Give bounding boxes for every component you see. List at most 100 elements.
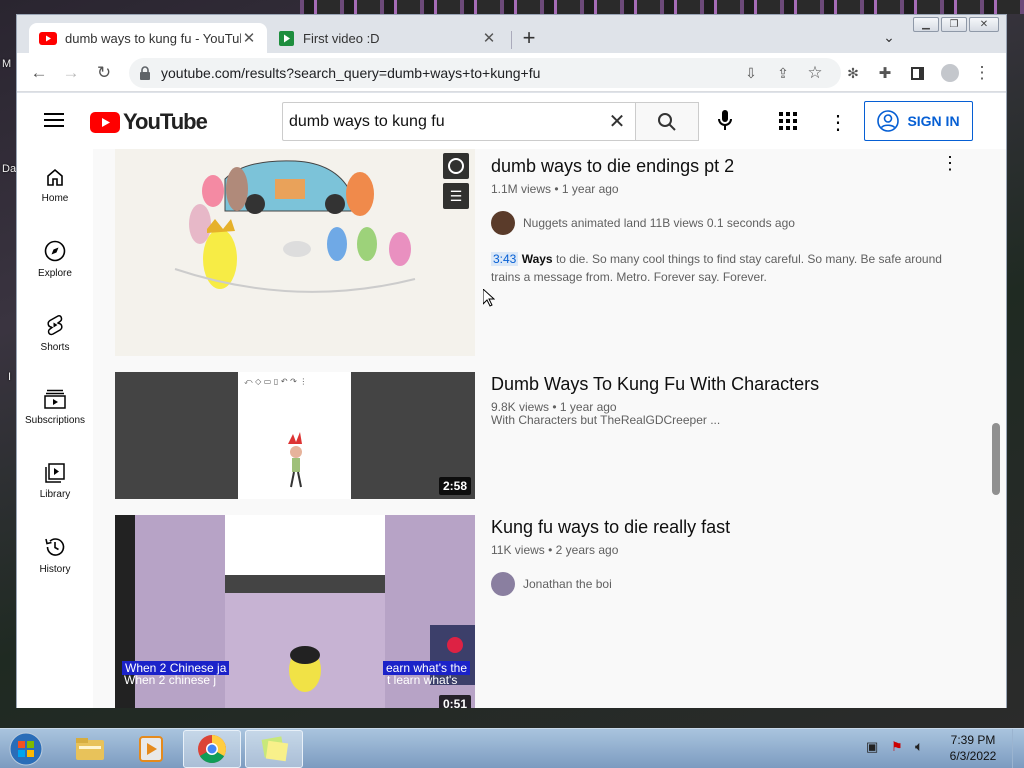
chevron-down-icon: ⌄ (883, 29, 895, 45)
desktop-wallpaper-detail (300, 0, 1024, 14)
youtube-page: YouTube dumb ways to kung fu ✕ ⋮ SIGN IN (17, 93, 1006, 708)
tab-search-button[interactable]: ⌄ (879, 29, 899, 49)
more-vertical-icon: ⋮ (941, 153, 959, 173)
tab-youtube[interactable]: dumb ways to kung fu - YouTube ✕ (29, 23, 267, 53)
video-thumbnail[interactable]: ☰ (115, 149, 475, 356)
profile-button[interactable] (939, 62, 961, 84)
avatar (491, 572, 515, 596)
youtube-logo[interactable]: YouTube (90, 109, 208, 135)
extension-button[interactable]: ✻ (842, 62, 864, 84)
history-icon (45, 537, 65, 556)
guide-item-subscriptions[interactable]: Subscriptions (17, 371, 93, 443)
install-app-button[interactable]: ⇩ (740, 62, 762, 84)
clock[interactable]: 7:39 PM 6/3/2022 (944, 732, 1002, 764)
search-box[interactable]: dumb ways to kung fu ✕ (282, 102, 636, 141)
taskbar-media-player[interactable] (122, 730, 180, 768)
video-caption: When 2 chinese j (124, 673, 217, 687)
snippet-timestamp[interactable]: 3:43 (491, 252, 519, 266)
guide-item-label: Library (39, 488, 71, 500)
snippet-bold: Ways (521, 252, 553, 266)
share-icon: ⇪ (777, 64, 789, 81)
channel-link[interactable]: Jonathan the boi (491, 572, 612, 596)
video-title[interactable]: dumb ways to die endings pt 2 (491, 156, 734, 177)
network-icon[interactable]: ▣ (866, 739, 878, 755)
address-bar[interactable]: youtube.com/results?search_query=dumb+wa… (129, 58, 841, 88)
search-icon (658, 112, 676, 131)
watch-later-button[interactable] (443, 153, 469, 179)
video-description: With Characters but TheRealGDCreeper ... (491, 413, 721, 427)
taskbar-chrome[interactable] (183, 730, 241, 768)
puzzle-icon: ✚ (878, 65, 892, 82)
sticky-notes-icon (261, 736, 289, 762)
duration-badge: 0:51 (438, 695, 471, 708)
extensions-menu-button[interactable]: ✚ (874, 62, 896, 84)
chrome-menu-button[interactable]: ⋮ (971, 62, 993, 84)
subscriptions-icon (44, 389, 66, 409)
tab-first-video[interactable]: First video :D ✕ (269, 23, 507, 53)
desktop-icon-label: Da (2, 163, 17, 175)
video-thumbnail[interactable]: ⤺ ◇ ▭ ▯ ↶ ↷ ⋮ 2:58 (115, 372, 475, 499)
apps-button[interactable] (779, 112, 797, 135)
forward-button[interactable]: → (60, 62, 82, 84)
new-tab-button[interactable]: + (517, 27, 541, 51)
search-input[interactable]: dumb ways to kung fu (289, 113, 605, 131)
queue-icon: ☰ (449, 187, 463, 204)
clock-time: 7:39 PM (950, 733, 996, 747)
channel-name: Jonathan the boi (523, 577, 612, 591)
bookmark-button[interactable]: ☆ (804, 62, 826, 84)
browser-window: ▁ ❐ ✕ dumb ways to kung fu - YouTube ✕ F… (16, 14, 1007, 708)
video-title[interactable]: Dumb Ways To Kung Fu With Characters (491, 374, 819, 395)
thumbnail-drawing: ⤺ ◇ ▭ ▯ ↶ ↷ ⋮ (244, 377, 307, 488)
channel-name: Nuggets animated land 11B views 0.1 seco… (523, 216, 795, 230)
menu-button[interactable] (44, 112, 64, 128)
settings-menu-button[interactable]: ⋮ (828, 110, 848, 135)
microphone-icon (718, 110, 732, 130)
guide-item-shorts[interactable]: Shorts (17, 297, 93, 369)
taskbar: ▣ ⚑ 🔈︎ 7:39 PM 6/3/2022 (0, 728, 1024, 768)
voice-search-button[interactable] (717, 109, 733, 136)
sign-in-button[interactable]: SIGN IN (864, 101, 973, 141)
guide-item-library[interactable]: Library (17, 445, 93, 517)
reload-button[interactable]: ↻ (93, 62, 115, 84)
tab-separator (511, 31, 512, 49)
tab-strip: dumb ways to kung fu - YouTube ✕ First v… (17, 15, 1006, 53)
channel-link[interactable]: Nuggets animated land 11B views 0.1 seco… (491, 211, 795, 235)
lock-icon (140, 66, 150, 80)
volume-icon[interactable]: 🔈︎ (915, 738, 923, 755)
desktop-icon-label: M (2, 58, 12, 70)
video-title[interactable]: Kung fu ways to die really fast (491, 517, 730, 538)
side-panel-button[interactable] (906, 62, 928, 84)
share-button[interactable]: ⇪ (772, 62, 794, 84)
search-button[interactable] (636, 102, 699, 141)
add-to-queue-button[interactable]: ☰ (443, 183, 469, 209)
page-scrollbar-thumb[interactable] (992, 423, 1000, 495)
show-desktop-button[interactable] (1012, 729, 1024, 768)
desktop-icon-label: I (8, 371, 12, 383)
bug-icon: ✻ (847, 64, 859, 81)
guide-item-label: History (39, 563, 71, 575)
guide-item-home[interactable]: Home (17, 149, 93, 221)
account-circle-icon (877, 110, 900, 132)
video-snippet: 3:43 Ways to die. So many cool things to… (491, 250, 951, 286)
back-button[interactable]: ← (28, 62, 50, 84)
url-text: youtube.com/results?search_query=dumb+wa… (161, 65, 541, 81)
guide-item-history[interactable]: History (17, 519, 93, 591)
play-green-icon (279, 30, 294, 46)
sign-in-label: SIGN IN (907, 113, 960, 129)
close-tab-icon[interactable]: ✕ (481, 29, 497, 47)
toolbar: ← → ↻ youtube.com/results?search_query=d… (17, 53, 1006, 92)
clear-search-icon[interactable]: ✕ (605, 109, 629, 134)
thumbnail-image (115, 149, 475, 356)
taskbar-sticky-notes[interactable] (245, 730, 303, 768)
youtube-logo-icon (90, 111, 120, 133)
video-meta: 11K views • 2 years ago (491, 543, 619, 557)
action-center-alert-icon[interactable]: ⚑ (891, 739, 903, 755)
taskbar-explorer[interactable] (61, 730, 119, 768)
tab-title: dumb ways to kung fu - YouTube (65, 30, 241, 46)
video-thumbnail[interactable]: When 2 Chinese ja earn what's the When 2… (115, 515, 475, 708)
guide-item-label: Home (41, 192, 69, 204)
start-button[interactable] (6, 730, 46, 768)
close-tab-icon[interactable]: ✕ (241, 29, 257, 47)
guide-item-explore[interactable]: Explore (17, 223, 93, 295)
video-actions-button[interactable]: ⋮ (941, 153, 959, 174)
